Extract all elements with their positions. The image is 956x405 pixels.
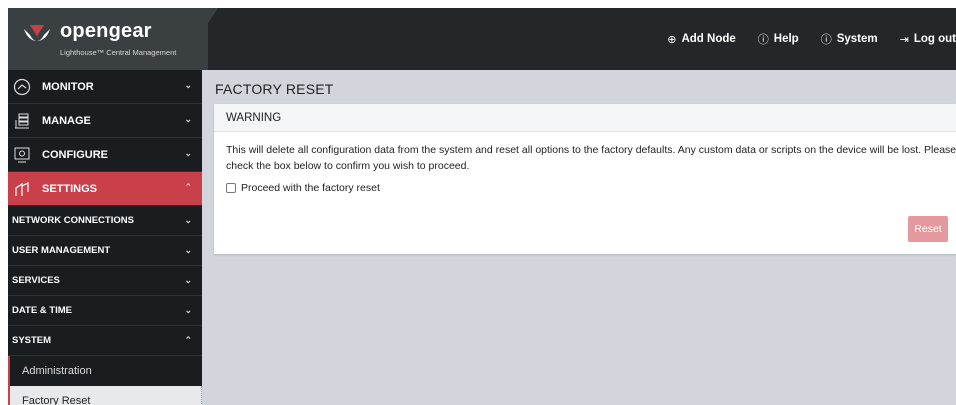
opengear-logo-icon[interactable] xyxy=(20,19,54,53)
add-node-label: Add Node xyxy=(681,33,736,45)
sidebar-item-label: MONITOR xyxy=(42,80,94,93)
chevron-down-icon: ⌄ xyxy=(184,80,192,90)
page-title: FACTORY RESET xyxy=(215,81,334,97)
sidebar-item-label: SETTINGS xyxy=(42,182,98,195)
manage-icon xyxy=(12,111,32,131)
chevron-down-icon: ⌄ xyxy=(184,275,192,285)
sidebar-sub-label: USER MANAGEMENT xyxy=(12,245,111,256)
system-label: System xyxy=(836,33,878,45)
configure-icon xyxy=(12,145,32,165)
logout-button[interactable]: ⇥ Log out xyxy=(900,33,956,46)
sidebar-leaf-label: Factory Reset xyxy=(22,395,91,405)
sidebar-sub-network-connections[interactable]: NETWORK CONNECTIONS ⌄ xyxy=(8,206,202,236)
brand-name: opengear xyxy=(60,20,152,42)
sidebar-sub-user-management[interactable]: USER MANAGEMENT ⌄ xyxy=(8,236,202,266)
main-content: FACTORY RESET WARNING This will delete a… xyxy=(202,70,956,405)
chevron-up-icon: ⌃ xyxy=(184,335,192,345)
logout-icon: ⇥ xyxy=(899,33,909,46)
brand-subtitle: Lighthouse™ Central Management xyxy=(60,48,177,57)
warning-card: WARNING This will delete all configurati… xyxy=(214,104,956,254)
app-header: opengear Lighthouse™ Central Management … xyxy=(8,8,956,70)
confirm-checkbox-label: Proceed with the factory reset xyxy=(241,182,380,194)
sidebar-item-monitor[interactable]: MONITOR ⌄ xyxy=(8,70,202,104)
sidebar-leaf-label: Administration xyxy=(22,365,92,377)
sidebar-item-factory-reset[interactable]: Factory Reset xyxy=(8,386,202,405)
sidebar-item-manage[interactable]: MANAGE ⌄ xyxy=(8,104,202,138)
sidebar-sub-label: DATE & TIME xyxy=(12,305,72,316)
sidebar-item-label: CONFIGURE xyxy=(42,148,108,161)
sidebar-item-configure[interactable]: CONFIGURE ⌄ xyxy=(8,138,202,172)
confirm-checkbox[interactable] xyxy=(226,183,236,193)
monitor-icon xyxy=(12,77,32,97)
system-icon: ⓘ xyxy=(820,34,832,46)
help-icon: ⓘ xyxy=(757,34,769,46)
sidebar-item-label: MANAGE xyxy=(42,114,91,127)
settings-icon xyxy=(12,179,32,199)
sidebar-sub-services[interactable]: SERVICES ⌄ xyxy=(8,266,202,296)
system-button[interactable]: ⓘ System xyxy=(821,31,878,47)
reset-button[interactable]: Reset xyxy=(908,216,948,242)
logout-label: Log out xyxy=(913,33,956,45)
chevron-down-icon: ⌄ xyxy=(184,305,192,315)
confirm-checkbox-row[interactable]: Proceed with the factory reset xyxy=(226,182,944,194)
logo-divider xyxy=(178,8,218,70)
sidebar-sub-system[interactable]: SYSTEM ⌃ xyxy=(8,326,202,356)
chevron-down-icon: ⌄ xyxy=(184,245,192,255)
chevron-down-icon: ⌄ xyxy=(184,114,192,124)
chevron-down-icon: ⌄ xyxy=(184,215,192,225)
add-node-icon: ⊕ xyxy=(667,33,677,46)
card-heading: WARNING xyxy=(214,104,956,132)
help-button[interactable]: ⓘ Help xyxy=(758,31,799,47)
sidebar-sub-label: SERVICES xyxy=(12,275,60,286)
sidebar-item-administration[interactable]: Administration xyxy=(8,356,202,386)
sidebar-sub-label: SYSTEM xyxy=(12,335,52,346)
sidebar-sub-label: NETWORK CONNECTIONS xyxy=(12,215,134,226)
add-node-button[interactable]: ⊕ Add Node xyxy=(667,33,736,46)
card-body: This will delete all configuration data … xyxy=(214,132,956,204)
top-nav: ⊕ Add Node ⓘ Help ⓘ System ⇥ Log out xyxy=(645,8,956,70)
chevron-up-icon: ⌃ xyxy=(184,182,192,192)
warning-text: This will delete all configuration data … xyxy=(226,144,956,172)
sidebar-sub-date-time[interactable]: DATE & TIME ⌄ xyxy=(8,296,202,326)
sidebar: MONITOR ⌄ MANAGE ⌄ CONFIGURE ⌄ SETTINGS … xyxy=(8,70,202,405)
help-label: Help xyxy=(773,33,799,45)
sidebar-item-settings[interactable]: SETTINGS ⌃ xyxy=(8,172,202,206)
chevron-down-icon: ⌄ xyxy=(184,148,192,158)
